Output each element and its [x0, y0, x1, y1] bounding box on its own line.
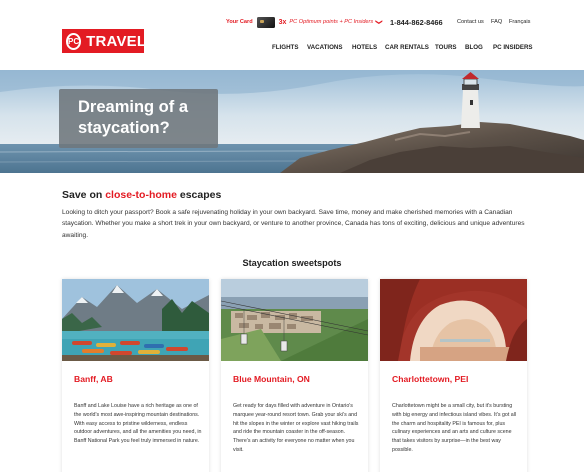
card-body-banff: Banff and Lake Louise have a rich herita… [74, 403, 202, 445]
destination-card-blue-mountain[interactable]: Blue Mountain, ON Get ready for days fil… [221, 279, 368, 472]
card-offer[interactable]: Your Card 3x PC Optimum points + PC Insi… [226, 16, 382, 28]
hero-title: Dreaming of a staycation? [78, 98, 189, 137]
nav-car-rentals[interactable]: CAR RENTALS [385, 44, 429, 51]
nav-blog[interactable]: BLOG [465, 44, 483, 51]
nav-pc-insiders[interactable]: PC INSIDERS [493, 44, 533, 51]
intro-heading-prefix: Save on [62, 189, 106, 201]
points-text: PC Optimum points + PC Insiders [289, 19, 374, 25]
card-body-charlottetown: Charlottetown might be a small city, but… [392, 403, 517, 453]
contact-us-link[interactable]: Contact us [457, 19, 484, 25]
nav-tours[interactable]: TOURS [435, 44, 457, 51]
card-title-banff[interactable]: Banff, AB [74, 374, 113, 384]
points-multiplier: 3x [278, 18, 287, 26]
nav-vacations[interactable]: VACATIONS [307, 44, 343, 51]
destination-card-banff[interactable]: Banff, AB Banff and Lake Louise have a r… [62, 279, 209, 472]
intro-heading: Save on close-to-home escapes [62, 189, 221, 201]
intro-heading-highlight: close-to-home [105, 189, 177, 201]
pc-logo-icon: PC [66, 32, 82, 50]
card-body-blue-mountain: Get ready for days filled with adventure… [233, 403, 359, 453]
credit-card-icon [256, 16, 275, 28]
your-card-label: Your Card [226, 19, 253, 25]
banff-image [62, 279, 209, 361]
charlottetown-image [380, 279, 527, 361]
hero-banner: Dreaming of a staycation? [0, 70, 584, 173]
phone-number[interactable]: 1-844-862-8466 [390, 18, 443, 27]
logo-text: TRAVEL [86, 32, 147, 50]
pc-travel-logo[interactable]: PC TRAVEL [62, 29, 147, 53]
blue-mountain-image [221, 279, 368, 361]
intro-heading-suffix: escapes [176, 189, 222, 201]
card-title-charlottetown[interactable]: Charlottetown, PEI [392, 374, 468, 384]
card-title-blue-mountain[interactable]: Blue Mountain, ON [233, 374, 310, 384]
site-header: PC TRAVEL Your Card 3x PC Optimum points… [0, 0, 584, 70]
francais-link[interactable]: Français [509, 19, 530, 25]
chevron-down-icon[interactable]: ❯ [375, 19, 383, 25]
intro-paragraph: Looking to ditch your passport? Book a s… [62, 209, 525, 239]
nav-hotels[interactable]: HOTELS [352, 44, 377, 51]
destination-card-charlottetown[interactable]: Charlottetown, PEI Charlottetown might b… [380, 279, 527, 472]
nav-flights[interactable]: FLIGHTS [272, 44, 298, 51]
faq-link[interactable]: FAQ [491, 19, 502, 25]
sweetspots-heading: Staycation sweetspots [242, 258, 342, 268]
